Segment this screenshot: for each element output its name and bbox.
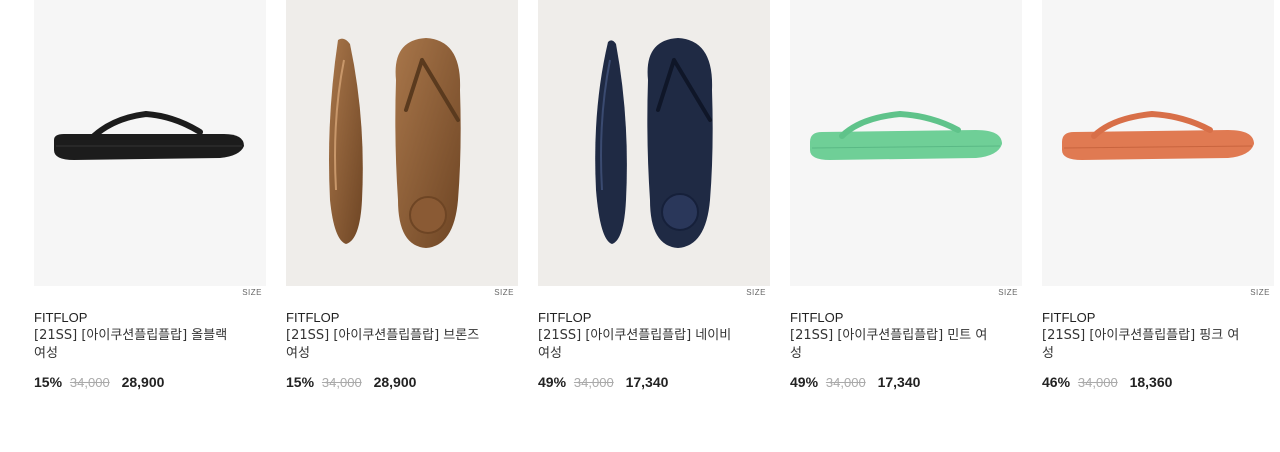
product-image[interactable]	[538, 0, 770, 286]
original-price: 34,000	[69, 375, 110, 390]
product-card[interactable]: SIZE FITFLOP [21SS] [아이쿠션플립플랍] 올블랙 여성 15…	[34, 0, 266, 390]
discount-rate: 49%	[538, 374, 567, 390]
product-card[interactable]: SIZE FITFLOP [21SS] [아이쿠션플립플랍] 네이비 여성 49…	[538, 0, 770, 390]
product-image[interactable]	[286, 0, 518, 286]
product-card[interactable]: SIZE FITFLOP [21SS] [아이쿠션플립플랍] 민트 여성 49%…	[790, 0, 1022, 390]
price-row: 49% 34,000 17,340	[538, 374, 668, 390]
original-price: 34,000	[321, 375, 362, 390]
size-label[interactable]: SIZE	[494, 288, 514, 297]
size-label[interactable]: SIZE	[1250, 288, 1270, 297]
brand-name[interactable]: FITFLOP	[1042, 310, 1095, 325]
sale-price: 17,340	[877, 374, 921, 390]
sale-price: 28,900	[121, 374, 165, 390]
sale-price: 18,360	[1129, 374, 1173, 390]
discount-rate: 49%	[790, 374, 819, 390]
product-title[interactable]: [21SS] [아이쿠션플립플랍] 올블랙 여성	[34, 327, 239, 363]
price-row: 49% 34,000 17,340	[790, 374, 920, 390]
brand-name[interactable]: FITFLOP	[286, 310, 339, 325]
size-label[interactable]: SIZE	[998, 288, 1018, 297]
product-image[interactable]	[1042, 0, 1274, 286]
product-title[interactable]: [21SS] [아이쿠션플립플랍] 네이비 여성	[538, 327, 743, 363]
sale-price: 28,900	[373, 374, 417, 390]
product-title[interactable]: [21SS] [아이쿠션플립플랍] 민트 여성	[790, 327, 995, 363]
original-price: 34,000	[1077, 375, 1118, 390]
brand-name[interactable]: FITFLOP	[790, 310, 843, 325]
size-label[interactable]: SIZE	[746, 288, 766, 297]
price-row: 15% 34,000 28,900	[286, 374, 416, 390]
product-grid: SIZE FITFLOP [21SS] [아이쿠션플립플랍] 올블랙 여성 15…	[0, 0, 1280, 452]
sale-price: 17,340	[625, 374, 669, 390]
product-title[interactable]: [21SS] [아이쿠션플립플랍] 브론즈 여성	[286, 327, 491, 363]
original-price: 34,000	[825, 375, 866, 390]
discount-rate: 15%	[286, 374, 315, 390]
price-row: 15% 34,000 28,900	[34, 374, 164, 390]
size-label[interactable]: SIZE	[242, 288, 262, 297]
brand-name[interactable]: FITFLOP	[538, 310, 591, 325]
original-price: 34,000	[573, 375, 614, 390]
price-row: 46% 34,000 18,360	[1042, 374, 1172, 390]
product-image[interactable]	[34, 0, 266, 286]
product-card[interactable]: SIZE FITFLOP [21SS] [아이쿠션플립플랍] 핑크 여성 46%…	[1042, 0, 1274, 390]
discount-rate: 46%	[1042, 374, 1071, 390]
discount-rate: 15%	[34, 374, 63, 390]
brand-name[interactable]: FITFLOP	[34, 310, 87, 325]
product-image[interactable]	[790, 0, 1022, 286]
product-title[interactable]: [21SS] [아이쿠션플립플랍] 핑크 여성	[1042, 327, 1247, 363]
product-card[interactable]: SIZE FITFLOP [21SS] [아이쿠션플립플랍] 브론즈 여성 15…	[286, 0, 518, 390]
